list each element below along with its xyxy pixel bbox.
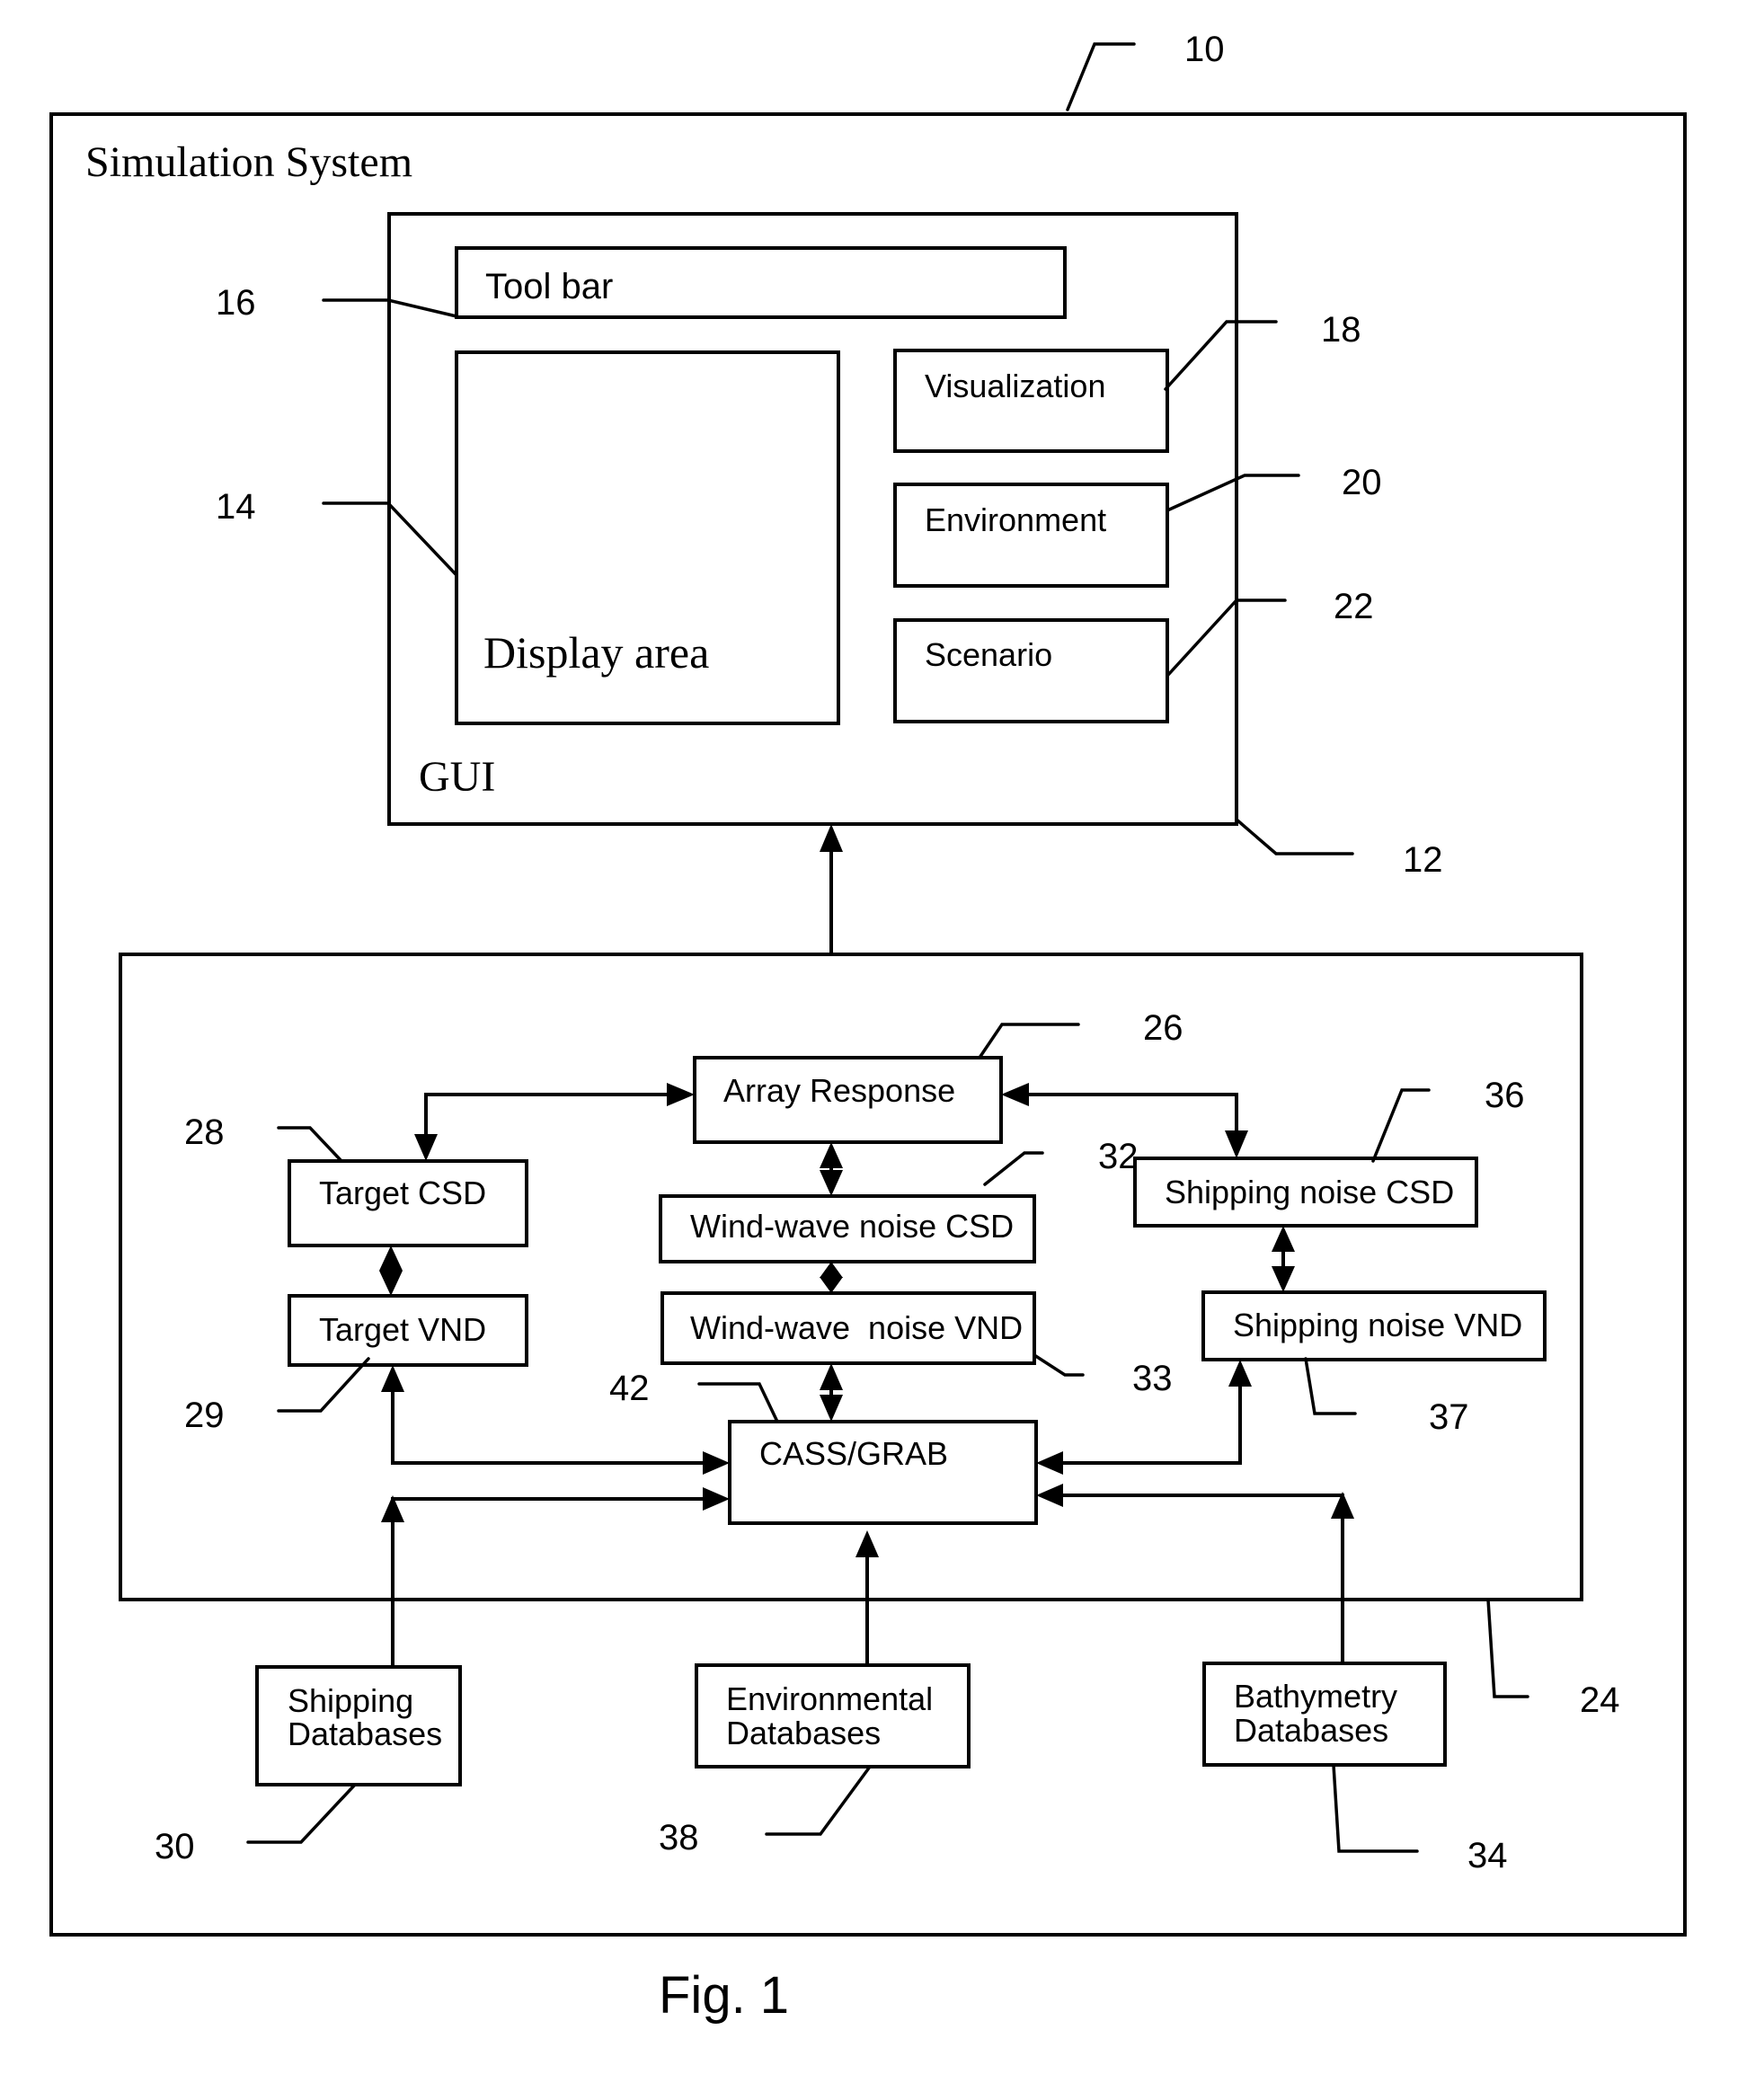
shipping-databases-node[interactable]: Shipping Databases (255, 1665, 462, 1786)
display-area-label: Display area (483, 627, 709, 678)
ref-38-label: 38 (659, 1818, 699, 1857)
wind-wave-vnd-label: Wind-wave noise VND (690, 1309, 1023, 1346)
shipping-noise-csd-label: Shipping noise CSD (1165, 1174, 1454, 1210)
scenario-panel[interactable]: Scenario (893, 618, 1169, 723)
ref-10-label: 10 (1184, 30, 1225, 69)
ref-32-label: 32 (1098, 1137, 1139, 1176)
ref-30-label: 30 (155, 1827, 195, 1866)
ref-10-leader (1066, 42, 1136, 111)
bathymetry-databases-node[interactable]: Bathymetry Databases (1202, 1662, 1447, 1767)
target-csd-label: Target CSD (319, 1175, 486, 1211)
scenario-label: Scenario (925, 636, 1052, 673)
cass-grab-node[interactable]: CASS/GRAB (728, 1420, 1038, 1525)
array-response-label: Array Response (723, 1072, 955, 1109)
ref-26-label: 26 (1143, 1008, 1183, 1048)
ref-36-label: 36 (1485, 1076, 1525, 1115)
ref-22-label: 22 (1334, 587, 1374, 626)
wind-wave-csd-label: Wind-wave noise CSD (690, 1208, 1014, 1245)
ref-20-label: 20 (1342, 463, 1382, 502)
bathymetry-databases-label-line1: Bathymetry (1234, 1678, 1397, 1715)
simulation-system-title: Simulation System (85, 138, 412, 186)
ref-37-label: 37 (1429, 1397, 1469, 1437)
environment-panel[interactable]: Environment (893, 483, 1169, 588)
wind-wave-vnd-node[interactable]: Wind-wave noise VND (660, 1291, 1036, 1365)
shipping-databases-label-line1: Shipping (288, 1682, 413, 1719)
shipping-noise-vnd-node[interactable]: Shipping noise VND (1201, 1290, 1547, 1361)
ref-34-label: 34 (1467, 1836, 1508, 1875)
visualization-panel[interactable]: Visualization (893, 349, 1169, 453)
shipping-noise-vnd-label: Shipping noise VND (1233, 1307, 1522, 1343)
ref-18-label: 18 (1321, 310, 1361, 350)
figure-caption: Fig. 1 (659, 1966, 789, 2025)
ref-33-label: 33 (1132, 1359, 1173, 1398)
shipping-noise-csd-node[interactable]: Shipping noise CSD (1133, 1157, 1478, 1228)
ref-16-label: 16 (216, 283, 256, 323)
toolbar[interactable]: Tool bar (455, 246, 1067, 319)
simulation-system-diagram: Simulation System 10 GUI 12 Tool bar 16 … (49, 30, 1687, 2025)
ref-24-label: 24 (1580, 1680, 1620, 1720)
wind-wave-csd-node[interactable]: Wind-wave noise CSD (659, 1194, 1036, 1263)
environmental-databases-node[interactable]: Environmental Databases (695, 1663, 971, 1768)
target-csd-node[interactable]: Target CSD (288, 1159, 528, 1247)
ref-28-label: 28 (184, 1112, 225, 1152)
bathymetry-databases-label-line2: Databases (1234, 1712, 1388, 1749)
ref-12-label: 12 (1403, 840, 1443, 880)
toolbar-label: Tool bar (485, 267, 613, 306)
visualization-label: Visualization (925, 368, 1105, 404)
target-vnd-label: Target VND (319, 1311, 486, 1348)
cass-grab-label: CASS/GRAB (759, 1435, 948, 1472)
environmental-databases-label-line1: Environmental (726, 1680, 933, 1717)
gui-title: GUI (419, 753, 495, 801)
ref-14-label: 14 (216, 487, 256, 527)
display-area[interactable]: Display area (455, 350, 840, 725)
environmental-databases-label-line2: Databases (726, 1715, 881, 1751)
array-response-node[interactable]: Array Response (693, 1056, 1003, 1144)
target-vnd-node[interactable]: Target VND (288, 1294, 528, 1367)
shipping-databases-label-line2: Databases (288, 1715, 442, 1752)
environment-label: Environment (925, 501, 1106, 538)
ref-29-label: 29 (184, 1396, 225, 1435)
ref-42-label: 42 (609, 1369, 650, 1408)
